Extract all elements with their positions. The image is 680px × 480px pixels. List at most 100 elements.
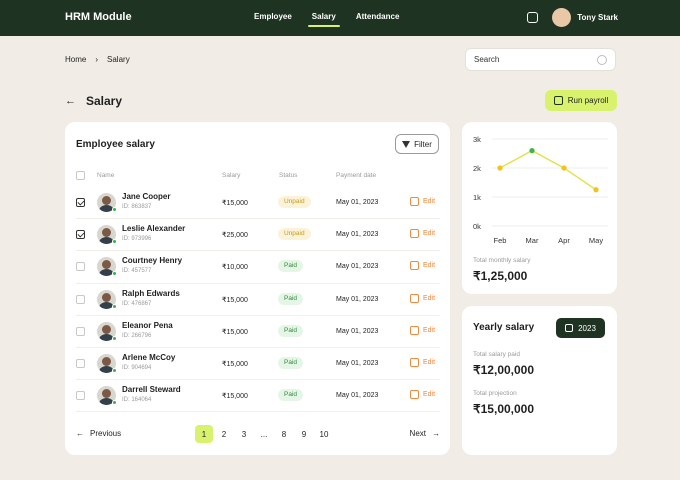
page-ellipsis: ... [260, 429, 268, 439]
employee-salary-card: Employee salary Filter Name Salary Statu… [65, 122, 450, 455]
employee-name: Jane Cooper [122, 192, 171, 201]
employee-id: ID: 973996 [122, 236, 152, 243]
chart-data-point [561, 165, 567, 171]
chart-x-tick-label: May [589, 236, 603, 245]
row-checkbox[interactable] [76, 262, 85, 272]
edit-icon [410, 229, 419, 239]
row-checkbox[interactable] [76, 391, 85, 401]
chart-x-tick-label: Feb [494, 236, 507, 245]
row-checkbox[interactable] [76, 326, 85, 336]
chevron-right-icon: › [95, 55, 99, 64]
employee-name: Eleanor Pena [122, 320, 173, 330]
online-status-dot [112, 400, 117, 406]
previous-button[interactable]: ← Previous [76, 429, 121, 438]
employee-name: Leslie Alexander [122, 224, 186, 234]
salary-amount: ₹15,000 [222, 393, 248, 401]
table-row: Eleanor Pena ID: 266796 ₹15,000 Paid May 01,… [76, 316, 440, 348]
edit-button[interactable]: Edit [410, 357, 436, 367]
edit-label: Edit [423, 198, 436, 205]
run-payroll-label: Run payroll [567, 96, 609, 105]
status-badge: Unpaid [278, 228, 311, 241]
status-badge: Unpaid [278, 196, 311, 208]
edit-label: Edit [423, 262, 436, 270]
nav-attendance[interactable]: Attendance [356, 12, 400, 21]
search-input[interactable] [474, 55, 584, 64]
page-number[interactable]: 1 [195, 425, 213, 443]
filter-icon [402, 140, 411, 148]
col-salary: Salary [222, 172, 241, 179]
user-name[interactable]: Tony Stark [577, 13, 618, 22]
arrow-right-icon: → [432, 429, 440, 438]
payment-date: May 01, 2023 [336, 295, 379, 303]
top-navbar: HRM Module Employee Salary Attendance To… [0, 0, 680, 36]
projection-value: ₹15,00,000 [473, 402, 535, 416]
row-checkbox[interactable] [76, 358, 85, 368]
page-number[interactable]: 10 [315, 425, 333, 443]
next-button[interactable]: Next → [410, 429, 440, 438]
nav-employee[interactable]: Employee [254, 12, 292, 21]
edit-icon [410, 357, 419, 367]
page-number[interactable]: 3 [235, 425, 253, 443]
chart-data-point [593, 187, 599, 193]
chart-y-tick-label: 0k [473, 222, 481, 231]
table-header: Name Salary Status Payment date [76, 170, 440, 182]
notification-icon[interactable] [527, 12, 539, 23]
col-status: Status [279, 172, 298, 179]
calendar-icon [565, 324, 574, 332]
employee-name: Arlene McCoy [122, 352, 176, 362]
salary-amount: ₹25,000 [222, 232, 248, 240]
total-paid-label: Total salary paid [473, 351, 520, 358]
chart-y-tick-label: 2k [473, 164, 481, 173]
search-box[interactable] [465, 48, 616, 71]
page-number[interactable]: 8 [275, 425, 293, 443]
breadcrumb-home[interactable]: Home [65, 55, 86, 64]
pagination: ← Previous 1 2 3... 8 9 10 Next → [76, 425, 440, 443]
edit-button[interactable]: Edit [410, 261, 436, 271]
edit-label: Edit [423, 230, 436, 238]
col-name: Name [97, 172, 115, 179]
employee-id: ID: 266796 [122, 332, 152, 339]
edit-label: Edit [423, 326, 436, 334]
col-payment-date: Payment date [336, 172, 377, 179]
total-monthly-label: Total monthly salary [473, 257, 531, 264]
status-badge: Paid [278, 292, 304, 305]
edit-button[interactable]: Edit [410, 293, 435, 303]
filter-button[interactable]: Filter [395, 134, 439, 154]
breadcrumb: Home › Salary [65, 55, 130, 64]
row-checkbox[interactable] [76, 198, 85, 207]
card-title: Employee salary [76, 139, 155, 150]
arrow-left-icon: ← [76, 429, 84, 438]
page-number[interactable]: 9 [295, 425, 313, 443]
payment-date: May 01, 2023 [336, 231, 379, 239]
row-checkbox[interactable] [76, 230, 85, 240]
payment-date: May 01, 2023 [336, 327, 379, 335]
salary-amount: ₹15,000 [222, 296, 248, 304]
nav-salary[interactable]: Salary [307, 12, 340, 27]
edit-button[interactable]: Edit [410, 229, 436, 239]
select-all-checkbox[interactable] [76, 171, 85, 180]
salary-amount: ₹15,000 [222, 328, 248, 336]
next-label: Next [409, 429, 426, 438]
back-arrow-icon[interactable]: ← [65, 95, 76, 107]
monthly-salary-chart-card: 0k 1k 2k 3k Feb Mar Apr May Total monthly salar… [462, 122, 617, 294]
online-status-dot [112, 303, 117, 309]
year-selector-button[interactable]: 2023 [556, 318, 605, 338]
user-avatar[interactable] [552, 8, 572, 27]
edit-button[interactable]: Edit [410, 390, 435, 400]
chart-x-tick-label: Mar [526, 236, 539, 245]
employee-name: Darrell Steward [122, 385, 181, 395]
user-area: Tony Stark [527, 8, 618, 27]
total-paid-value: ₹12,00,000 [473, 363, 535, 377]
chart-y-tick-label: 1k [473, 193, 481, 202]
employee-id: ID: 457577 [122, 268, 152, 275]
payment-date: May 01, 2023 [336, 359, 379, 367]
search-icon[interactable] [597, 54, 607, 65]
table-row: Courtney Henry ID: 457577 ₹10,000 Paid May 0… [76, 251, 440, 284]
edit-button[interactable]: Edit [410, 325, 436, 335]
edit-button[interactable]: Edit [410, 197, 435, 206]
page-number[interactable]: 2 [215, 425, 233, 443]
run-payroll-button[interactable]: Run payroll [545, 90, 617, 111]
edit-label: Edit [423, 358, 436, 366]
chart-y-tick-label: 3k [473, 135, 481, 144]
row-checkbox[interactable] [76, 294, 85, 304]
